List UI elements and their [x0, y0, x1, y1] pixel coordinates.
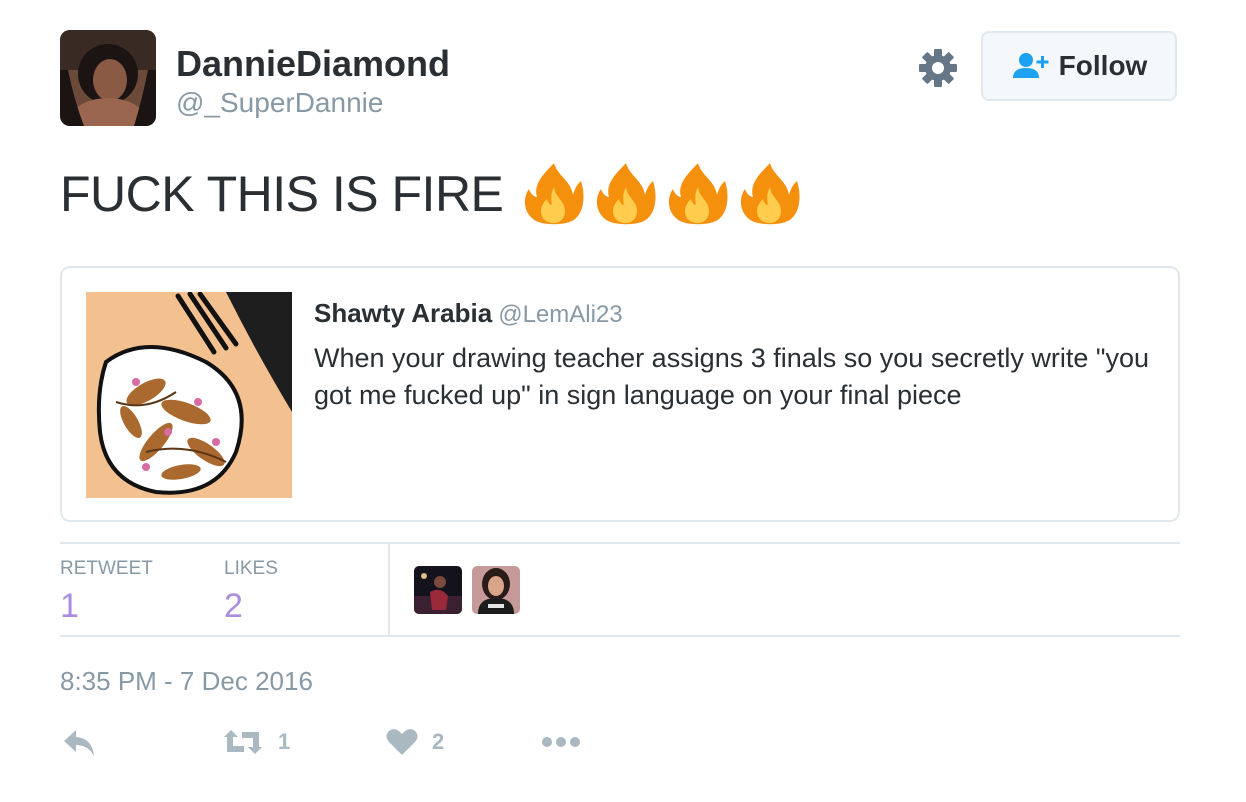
quoted-tweet-author-name: Shawty Arabia	[314, 298, 493, 328]
emoji-group	[521, 161, 809, 227]
tweet-text-content: FUCK THIS IS FIRE	[60, 166, 504, 222]
retweet-icon	[224, 730, 262, 754]
follow-button-label: Follow	[1058, 50, 1148, 81]
retweet-button[interactable]: 1	[222, 728, 290, 756]
more-button[interactable]	[542, 728, 582, 756]
user-avatar[interactable]	[60, 30, 156, 126]
liker-avatar[interactable]	[472, 566, 520, 614]
quoted-tweet-author[interactable]: Shawty Arabia @LemAli23	[314, 298, 623, 329]
quoted-tweet-card[interactable]: Shawty Arabia @LemAli23 When your drawing…	[60, 266, 1180, 522]
quoted-tweet-text: When your drawing teacher assigns 3 fina…	[314, 343, 1149, 410]
quoted-tweet-author-handle: @LemAli23	[498, 301, 623, 328]
likes-stat-label: LIKES	[224, 558, 278, 579]
user-handle[interactable]: @_SuperDannie	[176, 86, 383, 120]
like-button[interactable]: 2	[386, 728, 444, 756]
add-user-icon	[1012, 53, 1049, 78]
retweet-stat[interactable]: RETWEET 1	[60, 558, 153, 624]
more-dots-icon	[542, 737, 580, 747]
follow-button[interactable]: Follow	[981, 31, 1177, 101]
fire-emoji-icon	[525, 163, 584, 225]
reply-button[interactable]	[62, 728, 96, 758]
reply-icon	[64, 730, 94, 756]
liker-avatar[interactable]	[414, 566, 462, 614]
user-display-name[interactable]: DannieDiamond	[176, 42, 450, 86]
likes-stat-count: 2	[224, 587, 243, 625]
fire-emoji-icon	[741, 163, 800, 225]
quoted-tweet-image[interactable]	[86, 292, 292, 498]
gear-icon[interactable]	[918, 48, 958, 88]
tweet-text: FUCK THIS IS FIRE	[60, 162, 809, 226]
stats-top-divider	[60, 542, 1180, 544]
tweet-timestamp[interactable]: 8:35 PM - 7 Dec 2016	[60, 666, 313, 697]
heart-icon	[386, 729, 418, 755]
stats-separator	[388, 544, 390, 636]
fire-emoji-icon	[597, 163, 656, 225]
retweet-stat-count: 1	[60, 587, 79, 625]
retweet-count: 1	[278, 729, 291, 754]
likes-stat[interactable]: LIKES 2	[224, 558, 278, 624]
retweet-stat-label: RETWEET	[60, 558, 153, 579]
fire-emoji-icon	[669, 163, 728, 225]
like-count: 2	[432, 729, 445, 754]
stats-bottom-divider	[60, 635, 1180, 637]
user-avatar-image	[60, 30, 156, 126]
